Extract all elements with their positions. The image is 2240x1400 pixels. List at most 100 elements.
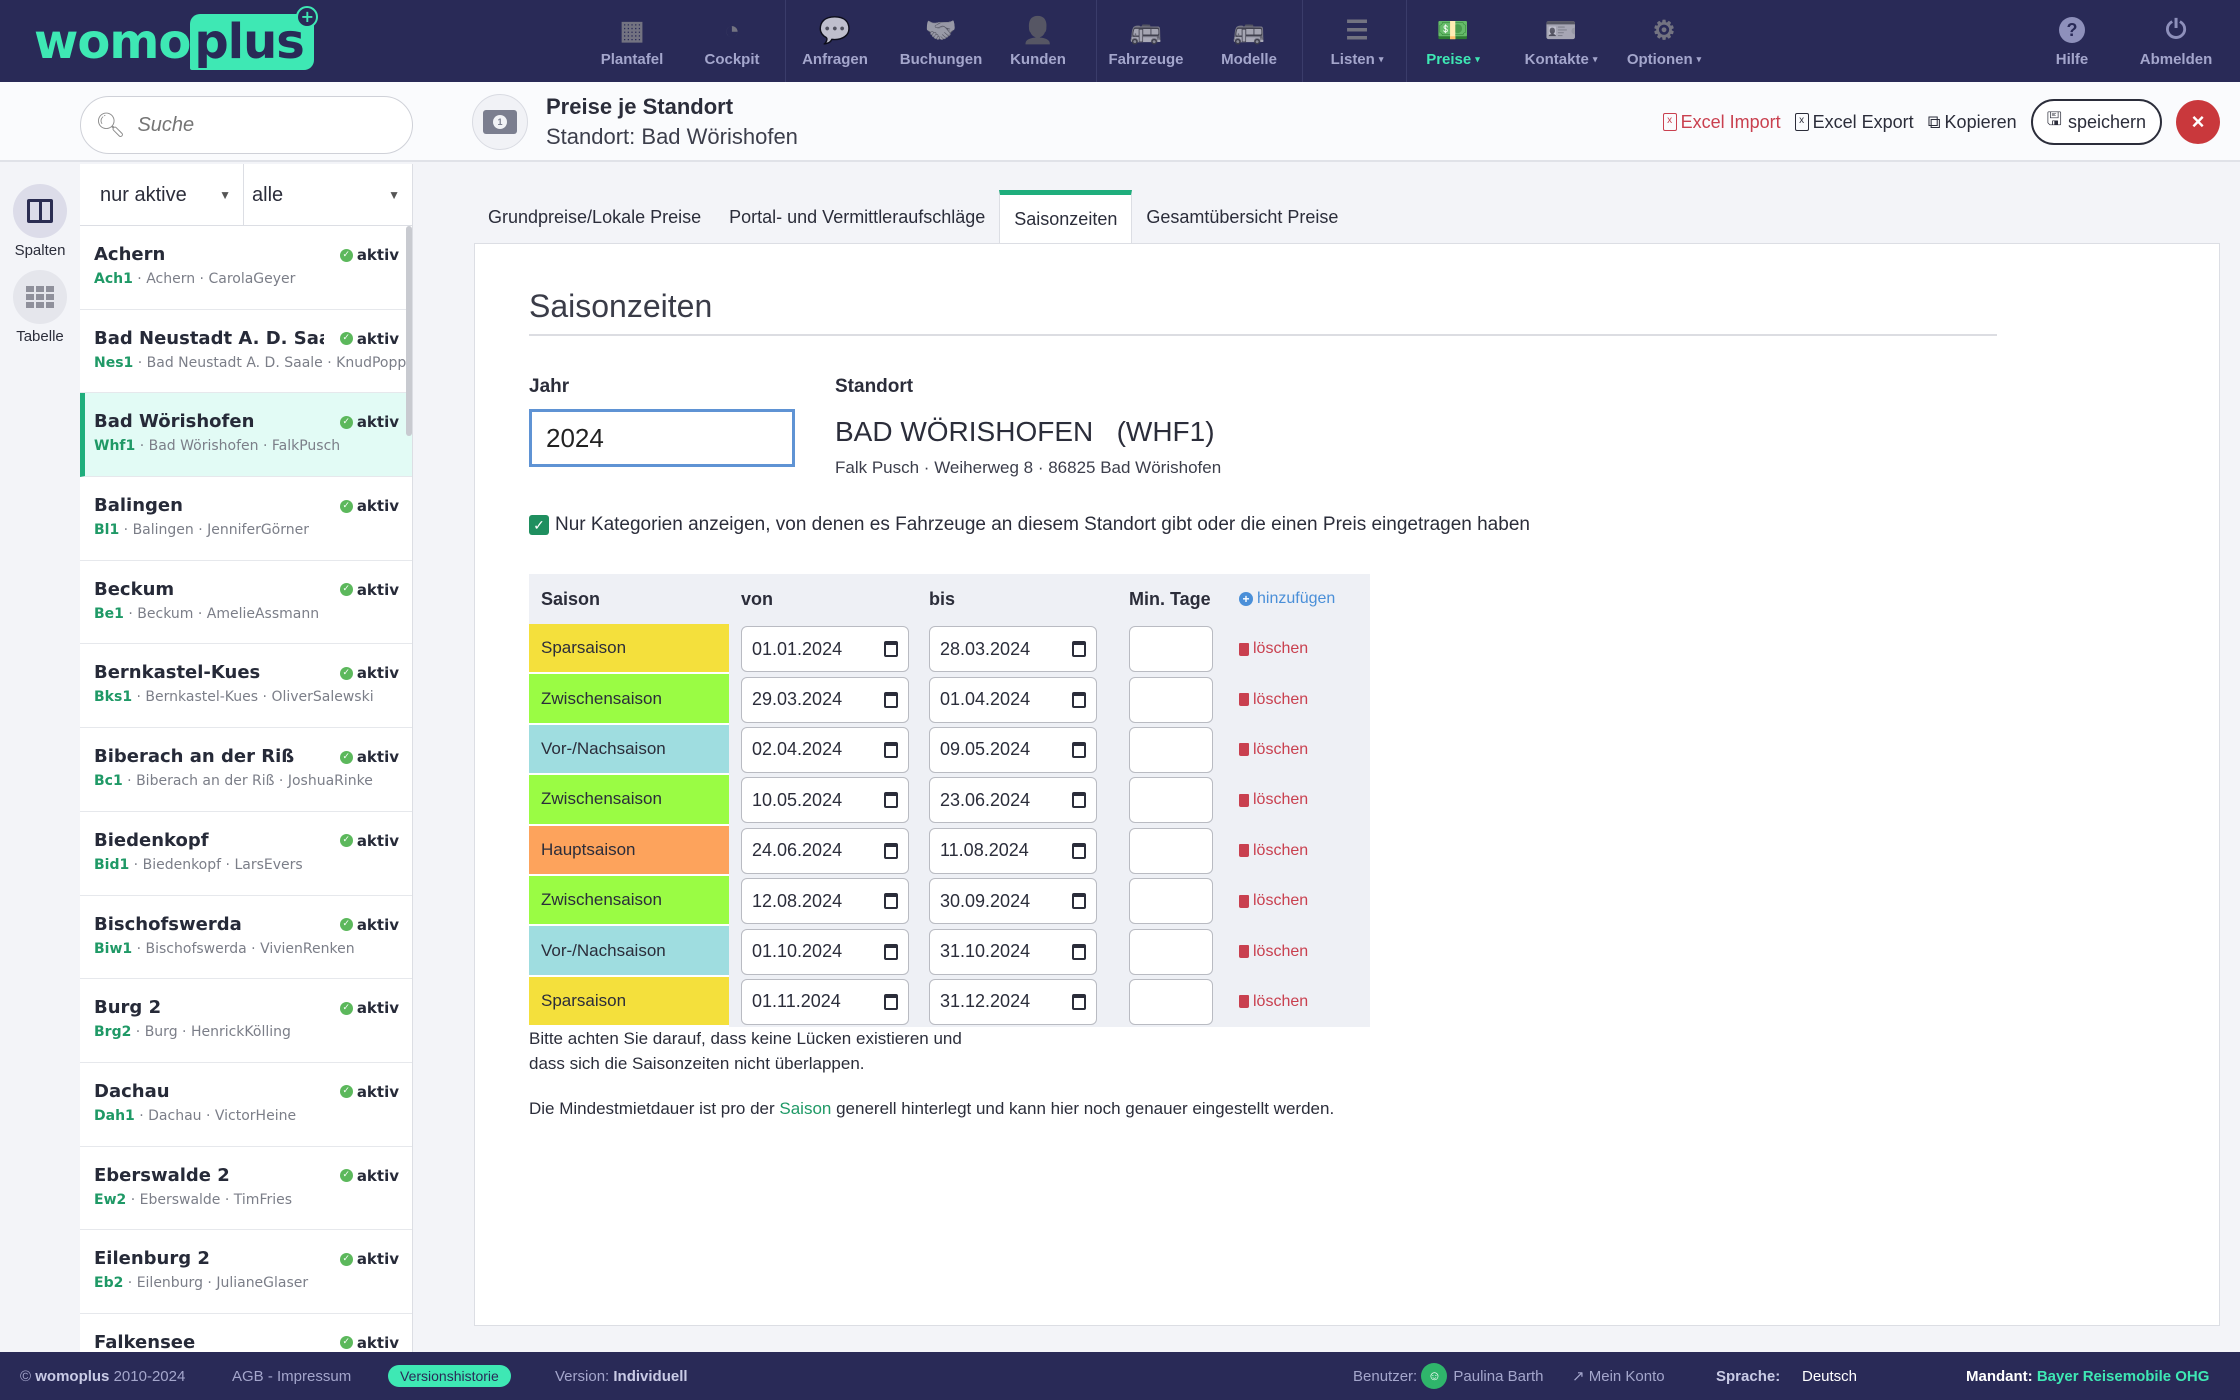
location-list-item[interactable]: Achern Ach1 · Achern · CarolaGeyer ✓ aktiv — [80, 226, 412, 310]
nav-buchungen[interactable]: 🤝 Buchungen — [898, 0, 984, 82]
location-list-item[interactable]: Balingen Bl1 · Balingen · JenniferGörner ✓… — [80, 477, 412, 561]
saison-link[interactable]: Saison — [779, 1099, 831, 1118]
date-to-input[interactable]: 09.05.2024 — [929, 726, 1097, 773]
nav-logout[interactable]: ⏻ Abmelden — [2134, 0, 2218, 82]
nav-fahrzeuge[interactable]: 🚌 Fahrzeuge — [1106, 0, 1186, 82]
date-from-input[interactable]: 24.06.2024 — [741, 827, 909, 874]
calendar-icon[interactable] — [1072, 993, 1086, 1010]
date-from-input[interactable]: 01.01.2024 — [741, 626, 909, 673]
calendar-icon[interactable] — [884, 993, 898, 1010]
min-days-input[interactable] — [1129, 827, 1213, 874]
location-list-item[interactable]: Eberswalde 2 Ew2 · Eberswalde · TimFries ✓… — [80, 1146, 412, 1231]
nav-anfragen[interactable]: 💬 Anfragen — [800, 0, 870, 82]
nav-optionen[interactable]: ⚙ Optionen ▾ — [1624, 0, 1704, 82]
date-to-input[interactable]: 23.06.2024 — [929, 777, 1097, 824]
type-filter-select[interactable]: alle ▼ — [244, 164, 412, 226]
my-account-link[interactable]: ↗ Mein Konto — [1572, 1352, 1665, 1400]
calendar-icon[interactable] — [1072, 691, 1086, 708]
calendar-icon[interactable] — [1072, 842, 1086, 859]
date-to-input[interactable]: 28.03.2024 — [929, 626, 1097, 673]
delete-season-button[interactable]: löschen — [1239, 943, 1370, 961]
search-box[interactable]: 🔍︎ — [80, 96, 413, 154]
location-list-item[interactable]: Bernkastel-Kues Bks1 · Bernkastel-Kues · … — [80, 644, 412, 729]
location-list-item[interactable]: Bad Neustadt A. D. Saale Nes1 · Bad Neust… — [80, 309, 412, 394]
calendar-icon[interactable] — [1072, 792, 1086, 809]
location-list-item[interactable]: Eilenburg 2 Eb2 · Eilenburg · JulianeGlas… — [80, 1230, 412, 1314]
delete-season-button[interactable]: löschen — [1239, 892, 1370, 910]
season-name[interactable]: Vor-/Nachsaison — [529, 724, 729, 776]
date-from-input[interactable]: 12.08.2024 — [741, 878, 909, 925]
nav-modelle[interactable]: 🚌 Modelle — [1218, 0, 1280, 82]
calendar-icon[interactable] — [884, 893, 898, 910]
close-button[interactable]: × — [2176, 100, 2220, 144]
date-from-input[interactable]: 29.03.2024 — [741, 676, 909, 723]
date-to-input[interactable]: 31.10.2024 — [929, 928, 1097, 975]
category-filter-checkbox-row[interactable]: ✓ Nur Kategorien anzeigen, von denen es … — [529, 514, 1530, 536]
date-from-input[interactable]: 02.04.2024 — [741, 726, 909, 773]
season-name[interactable]: Zwischensaison — [529, 674, 729, 725]
location-list-item[interactable]: Dachau Dah1 · Dachau · VictorHeine ✓ aktiv — [80, 1062, 412, 1147]
date-from-input[interactable]: 01.11.2024 — [741, 978, 909, 1025]
location-list-item[interactable]: Burg 2 Brg2 · Burg · HenrickKölling ✓ aktiv — [80, 979, 412, 1063]
calendar-icon[interactable] — [884, 741, 898, 758]
location-list-item[interactable]: Falkensee ✓ aktiv — [80, 1313, 412, 1352]
date-to-input[interactable]: 30.09.2024 — [929, 878, 1097, 925]
search-input[interactable] — [137, 113, 388, 137]
min-days-input[interactable] — [1129, 878, 1213, 925]
excel-export-button[interactable]: x Excel Export — [1794, 112, 1914, 133]
checkbox-checked[interactable]: ✓ — [529, 515, 549, 535]
nav-kontakte[interactable]: 🪪 Kontakte ▾ — [1522, 0, 1600, 82]
calendar-icon[interactable] — [884, 691, 898, 708]
year-input[interactable] — [529, 409, 795, 467]
delete-season-button[interactable]: löschen — [1239, 842, 1370, 860]
tab-gesamtübersicht-preise[interactable]: Gesamtübersicht Preise — [1132, 190, 1352, 244]
womoplus-logo[interactable]: womo plus — [34, 6, 318, 70]
save-button[interactable]: 🖫 speichern — [2030, 99, 2162, 145]
tab-portal-und-vermittleraufschläge[interactable]: Portal- und Vermittleraufschläge — [715, 190, 999, 244]
date-from-input[interactable]: 10.05.2024 — [741, 777, 909, 824]
calendar-icon[interactable] — [884, 842, 898, 859]
nav-preise[interactable]: 💵 Preise ▾ — [1424, 0, 1482, 82]
version-history-button[interactable]: Versionshistorie — [388, 1352, 511, 1400]
location-list-item[interactable]: Biedenkopf Bid1 · Biedenkopf · LarsEvers ✓… — [80, 811, 412, 896]
delete-season-button[interactable]: löschen — [1239, 791, 1370, 809]
location-list-item[interactable]: Bischofswerda Biw1 · Bischofswerda · Vivi… — [80, 895, 412, 980]
view-table[interactable]: Tabelle — [0, 270, 80, 345]
season-name[interactable]: Hauptsaison — [529, 825, 729, 876]
season-name[interactable]: Vor-/Nachsaison — [529, 926, 729, 977]
location-list-item[interactable]: Beckum Be1 · Beckum · AmelieAssmann ✓ aktiv — [80, 560, 412, 645]
calendar-icon[interactable] — [1072, 641, 1086, 658]
legal-link[interactable]: AGB - Impressum — [232, 1352, 351, 1400]
calendar-icon[interactable] — [884, 943, 898, 960]
tab-saisonzeiten[interactable]: Saisonzeiten — [999, 190, 1133, 244]
language-select[interactable]: Deutsch — [1802, 1352, 1857, 1400]
delete-season-button[interactable]: löschen — [1239, 993, 1370, 1011]
view-columns[interactable]: Spalten — [0, 184, 80, 259]
nav-help[interactable]: ? Hilfe — [2048, 0, 2096, 82]
min-days-input[interactable] — [1129, 626, 1213, 673]
calendar-icon[interactable] — [1072, 943, 1086, 960]
date-from-input[interactable]: 01.10.2024 — [741, 928, 909, 975]
min-days-input[interactable] — [1129, 726, 1213, 773]
copy-button[interactable]: ⧉ Kopieren — [1928, 112, 2017, 133]
nav-kunden[interactable]: 👤 Kunden — [1008, 0, 1068, 82]
season-name[interactable]: Sparsaison — [529, 976, 729, 1028]
excel-import-button[interactable]: x Excel Import — [1662, 112, 1781, 133]
status-filter-select[interactable]: nur aktive ▼ — [80, 164, 244, 226]
nav-cockpit[interactable]: ◔ Cockpit — [700, 0, 764, 82]
min-days-input[interactable] — [1129, 777, 1213, 824]
date-to-input[interactable]: 31.12.2024 — [929, 978, 1097, 1025]
delete-season-button[interactable]: löschen — [1239, 640, 1370, 658]
location-list-item[interactable]: Biberach an der Riß Bc1 · Biberach an der… — [80, 728, 412, 812]
calendar-icon[interactable] — [884, 641, 898, 658]
nav-plantafel[interactable]: ▦ Plantafel — [598, 0, 666, 82]
season-name[interactable]: Zwischensaison — [529, 775, 729, 826]
add-season-button[interactable]: + hinzufügen — [1239, 590, 1370, 608]
delete-season-button[interactable]: löschen — [1239, 741, 1370, 759]
nav-listen[interactable]: ☰ Listen ▾ — [1326, 0, 1388, 82]
calendar-icon[interactable] — [1072, 893, 1086, 910]
min-days-input[interactable] — [1129, 676, 1213, 723]
location-list-item[interactable]: Bad Wörishofen Whf1 · Bad Wörishofen · Fa… — [80, 393, 412, 478]
season-name[interactable]: Sparsaison — [529, 624, 729, 675]
min-days-input[interactable] — [1129, 978, 1213, 1025]
